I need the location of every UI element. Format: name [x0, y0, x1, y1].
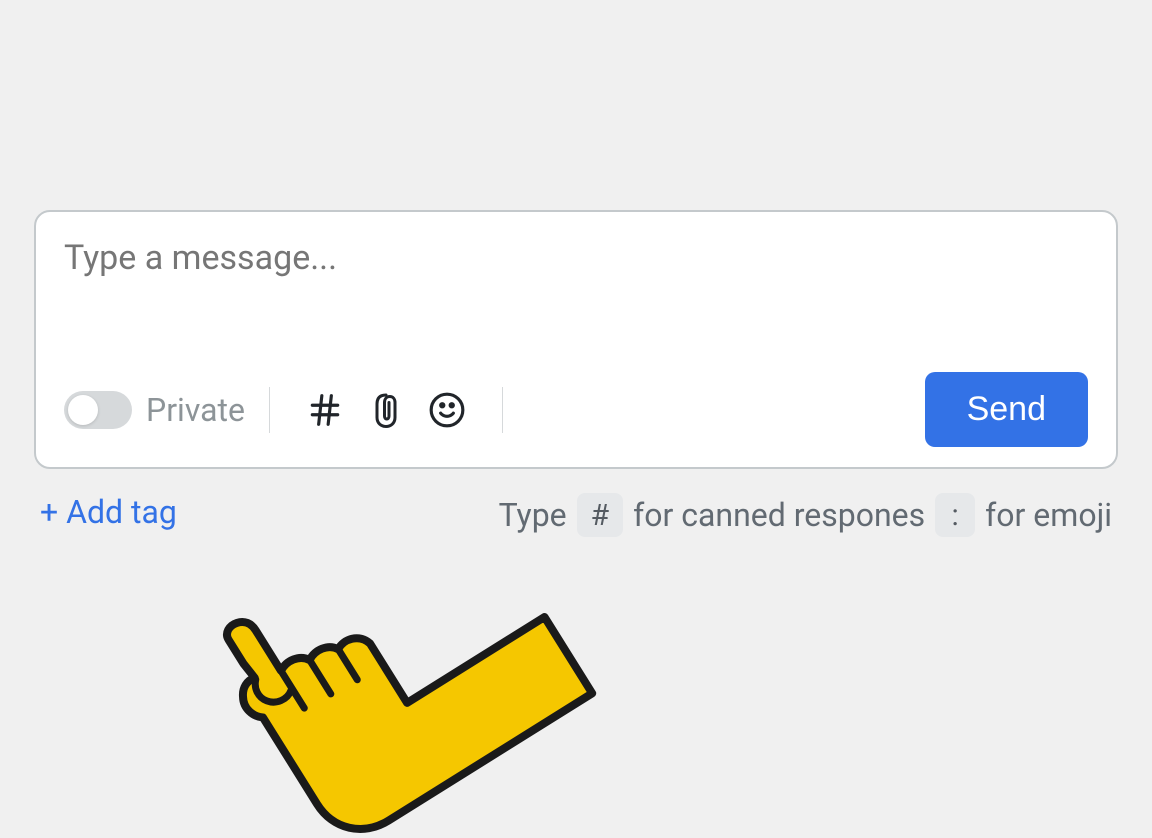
smiley-icon [428, 391, 466, 429]
hint-key-hash: # [577, 493, 623, 537]
message-input[interactable] [64, 238, 1088, 358]
hint-text: Type # for canned respones : for emoji [499, 493, 1112, 537]
below-row: + Add tag Type # for canned respones : f… [34, 493, 1118, 537]
private-label: Private [146, 391, 245, 429]
canned-response-button[interactable] [294, 387, 356, 433]
toggle-knob [68, 395, 98, 425]
toolbar-divider [269, 387, 270, 433]
compose-toolbar: Private [64, 372, 1088, 447]
attachment-button[interactable] [356, 386, 416, 434]
hint-suffix: for emoji [985, 496, 1112, 534]
toolbar-divider-2 [502, 387, 503, 433]
paperclip-icon [368, 390, 404, 430]
hint-prefix: Type [499, 496, 567, 534]
emoji-button[interactable] [416, 387, 478, 433]
hash-icon [306, 391, 344, 429]
add-tag-button[interactable]: + Add tag [40, 493, 177, 531]
private-toggle[interactable] [64, 391, 132, 429]
hint-mid: for canned respones [633, 496, 925, 534]
page-container: Private [0, 0, 1152, 537]
pointing-hand-icon [222, 538, 602, 838]
hint-key-colon: : [935, 493, 975, 537]
compose-box: Private [34, 210, 1118, 469]
send-button[interactable]: Send [925, 372, 1088, 447]
